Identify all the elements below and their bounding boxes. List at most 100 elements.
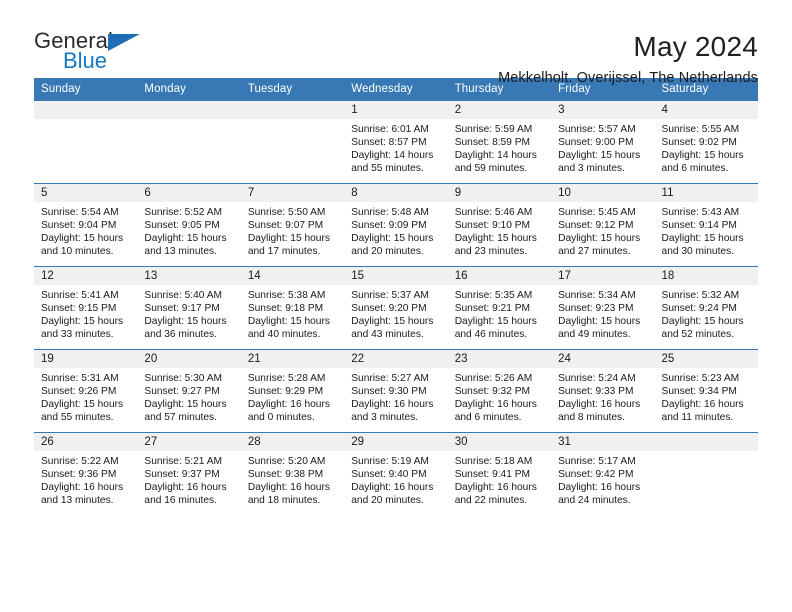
- calendar-day-cell[interactable]: 6 Sunrise: 5:52 AM Sunset: 9:05 PM Daylight…: [137, 183, 241, 267]
- calendar-day-cell[interactable]: 26 Sunrise: 5:22 AM Sunset: 9:36 PM Dayligh…: [34, 432, 138, 515]
- calendar-day-cell[interactable]: 4 Sunrise: 5:55 AM Sunset: 9:02 PM Daylight…: [654, 100, 758, 184]
- calendar-day-cell[interactable]: 9 Sunrise: 5:46 AM Sunset: 9:10 PM Daylight…: [447, 183, 552, 267]
- day-number: 5: [34, 184, 138, 202]
- weekday-header-tuesday: Tuesday: [240, 78, 345, 101]
- day-number: 4: [654, 101, 758, 119]
- daylight-text: Daylight: 15 hours and 52 minutes.: [661, 316, 744, 341]
- calendar-day-cell[interactable]: 18 Sunrise: 5:32 AM Sunset: 9:24 PM Dayligh…: [654, 266, 758, 350]
- daylight-text: Daylight: 15 hours and 10 minutes.: [41, 233, 124, 258]
- daylight-text: Daylight: 15 hours and 57 minutes.: [144, 399, 227, 424]
- day-number: 27: [137, 433, 241, 451]
- sunset-text: Sunset: 9:33 PM: [558, 386, 634, 398]
- calendar-day-cell[interactable]: 13 Sunrise: 5:40 AM Sunset: 9:17 PM Dayligh…: [137, 266, 241, 350]
- day-details: Sunrise: 5:40 AM Sunset: 9:17 PM Daylight:…: [137, 285, 240, 341]
- daylight-text: Daylight: 15 hours and 17 minutes.: [247, 233, 330, 258]
- calendar-week-row: 1 Sunrise: 6:01 AM Sunset: 8:57 PM Daylight…: [34, 100, 758, 184]
- daylight-text: Daylight: 14 hours and 55 minutes.: [351, 150, 434, 175]
- calendar-day-cell-empty: [137, 100, 241, 184]
- calendar-day-cell[interactable]: 2 Sunrise: 5:59 AM Sunset: 8:59 PM Daylight…: [447, 100, 552, 184]
- day-number: 15: [344, 267, 448, 285]
- calendar-day-cell[interactable]: 14 Sunrise: 5:38 AM Sunset: 9:18 PM Dayligh…: [240, 266, 345, 350]
- calendar-day-cell[interactable]: 8 Sunrise: 5:48 AM Sunset: 9:09 PM Daylight…: [344, 183, 448, 267]
- calendar-day-cell[interactable]: 25 Sunrise: 5:23 AM Sunset: 9:34 PM Dayligh…: [654, 349, 758, 433]
- daylight-text: Daylight: 15 hours and 49 minutes.: [558, 316, 641, 341]
- calendar-day-cell[interactable]: 5 Sunrise: 5:54 AM Sunset: 9:04 PM Daylight…: [34, 183, 138, 267]
- calendar-day-cell[interactable]: 15 Sunrise: 5:37 AM Sunset: 9:20 PM Dayligh…: [344, 266, 448, 350]
- day-details: Sunrise: 5:26 AM Sunset: 9:32 PM Daylight:…: [448, 368, 551, 424]
- page-subtitle: Mekkelholt, Overijssel, The Netherlands: [498, 70, 758, 87]
- calendar-day-cell[interactable]: 12 Sunrise: 5:41 AM Sunset: 9:15 PM Dayligh…: [34, 266, 138, 350]
- day-number: 10: [551, 184, 655, 202]
- day-details: Sunrise: 5:19 AM Sunset: 9:40 PM Daylight:…: [344, 451, 447, 507]
- calendar-day-cell[interactable]: 16 Sunrise: 5:35 AM Sunset: 9:21 PM Dayligh…: [447, 266, 552, 350]
- day-details: Sunrise: 6:01 AM Sunset: 8:57 PM Daylight:…: [344, 119, 447, 175]
- calendar-day-cell[interactable]: 30 Sunrise: 5:18 AM Sunset: 9:41 PM Dayligh…: [447, 432, 552, 515]
- sunrise-text: Sunrise: 5:46 AM: [454, 207, 533, 218]
- calendar-week-row: 5 Sunrise: 5:54 AM Sunset: 9:04 PM Daylight…: [34, 183, 758, 267]
- daylight-text: Daylight: 15 hours and 43 minutes.: [351, 316, 434, 341]
- sunset-text: Sunset: 9:17 PM: [144, 303, 220, 315]
- day-number: [34, 101, 138, 119]
- sunset-text: Sunset: 9:42 PM: [558, 469, 634, 481]
- day-number: 21: [240, 350, 345, 368]
- day-details: Sunrise: 5:21 AM Sunset: 9:37 PM Daylight:…: [137, 451, 240, 507]
- sunset-text: Sunset: 9:30 PM: [351, 386, 427, 398]
- sunrise-text: Sunrise: 5:41 AM: [41, 290, 119, 301]
- daylight-text: Daylight: 15 hours and 30 minutes.: [661, 233, 744, 258]
- sunset-text: Sunset: 9:00 PM: [558, 137, 634, 149]
- day-details: Sunrise: 5:46 AM Sunset: 9:10 PM Daylight:…: [448, 202, 551, 258]
- day-number: 3: [551, 101, 655, 119]
- calendar-day-cell[interactable]: 19 Sunrise: 5:31 AM Sunset: 9:26 PM Dayligh…: [34, 349, 138, 433]
- title-block: May 2024 Mekkelholt, Overijssel, The Net…: [498, 30, 758, 87]
- calendar-day-cell[interactable]: 24 Sunrise: 5:24 AM Sunset: 9:33 PM Dayligh…: [551, 349, 655, 433]
- day-number: 23: [447, 350, 552, 368]
- daylight-text: Daylight: 15 hours and 6 minutes.: [661, 150, 744, 175]
- calendar-day-cell[interactable]: 11 Sunrise: 5:43 AM Sunset: 9:14 PM Dayligh…: [654, 183, 758, 267]
- calendar-day-cell[interactable]: 21 Sunrise: 5:28 AM Sunset: 9:29 PM Dayligh…: [240, 349, 345, 433]
- calendar-day-cell[interactable]: 22 Sunrise: 5:27 AM Sunset: 9:30 PM Dayligh…: [344, 349, 448, 433]
- calendar-day-cell[interactable]: 27 Sunrise: 5:21 AM Sunset: 9:37 PM Dayligh…: [137, 432, 241, 515]
- daylight-text: Daylight: 16 hours and 18 minutes.: [247, 482, 330, 507]
- day-number: [137, 101, 241, 119]
- sunset-text: Sunset: 9:14 PM: [661, 220, 737, 232]
- daylight-text: Daylight: 15 hours and 46 minutes.: [454, 316, 537, 341]
- daylight-text: Daylight: 16 hours and 20 minutes.: [351, 482, 434, 507]
- day-number: 22: [344, 350, 448, 368]
- general-blue-logo[interactable]: General Blue: [34, 30, 150, 78]
- sunrise-text: Sunrise: 5:26 AM: [454, 373, 533, 384]
- sunset-text: Sunset: 9:24 PM: [661, 303, 737, 315]
- calendar-day-cell[interactable]: 29 Sunrise: 5:19 AM Sunset: 9:40 PM Dayligh…: [344, 432, 448, 515]
- calendar-day-cell[interactable]: 20 Sunrise: 5:30 AM Sunset: 9:27 PM Dayligh…: [137, 349, 241, 433]
- day-details: Sunrise: 5:27 AM Sunset: 9:30 PM Daylight:…: [344, 368, 447, 424]
- sunrise-text: Sunrise: 5:38 AM: [247, 290, 326, 301]
- calendar-day-cell[interactable]: 7 Sunrise: 5:50 AM Sunset: 9:07 PM Daylight…: [240, 183, 345, 267]
- day-details: Sunrise: 5:17 AM Sunset: 9:42 PM Daylight:…: [551, 451, 654, 507]
- calendar-day-cell[interactable]: 1 Sunrise: 6:01 AM Sunset: 8:57 PM Daylight…: [344, 100, 448, 184]
- sunset-text: Sunset: 9:18 PM: [247, 303, 324, 315]
- sunrise-text: Sunrise: 5:54 AM: [41, 207, 119, 218]
- sunset-text: Sunset: 9:27 PM: [144, 386, 220, 398]
- day-details: Sunrise: 5:35 AM Sunset: 9:21 PM Daylight:…: [448, 285, 551, 341]
- sunset-text: Sunset: 8:59 PM: [454, 137, 531, 149]
- sunset-text: Sunset: 9:15 PM: [41, 303, 117, 315]
- day-number: 24: [551, 350, 655, 368]
- calendar-day-cell[interactable]: 17 Sunrise: 5:34 AM Sunset: 9:23 PM Dayligh…: [551, 266, 655, 350]
- day-number: 30: [447, 433, 552, 451]
- calendar-day-cell[interactable]: 23 Sunrise: 5:26 AM Sunset: 9:32 PM Dayligh…: [447, 349, 552, 433]
- calendar-day-cell[interactable]: 31 Sunrise: 5:17 AM Sunset: 9:42 PM Dayligh…: [551, 432, 655, 515]
- daylight-text: Daylight: 16 hours and 6 minutes.: [454, 399, 537, 424]
- sunrise-text: Sunrise: 5:18 AM: [454, 456, 533, 467]
- calendar-day-cell[interactable]: 3 Sunrise: 5:57 AM Sunset: 9:00 PM Daylight…: [551, 100, 655, 184]
- calendar-day-cell[interactable]: 10 Sunrise: 5:45 AM Sunset: 9:12 PM Dayligh…: [551, 183, 655, 267]
- day-details: Sunrise: 5:23 AM Sunset: 9:34 PM Daylight:…: [655, 368, 758, 424]
- day-details: Sunrise: 5:24 AM Sunset: 9:33 PM Daylight:…: [551, 368, 654, 424]
- sunrise-text: Sunrise: 5:34 AM: [558, 290, 636, 301]
- sunset-text: Sunset: 9:21 PM: [454, 303, 531, 315]
- daylight-text: Daylight: 16 hours and 22 minutes.: [454, 482, 537, 507]
- weekday-header-sunday: Sunday: [34, 78, 138, 101]
- day-details: Sunrise: 5:54 AM Sunset: 9:04 PM Daylight:…: [34, 202, 137, 258]
- day-number: 26: [34, 433, 138, 451]
- calendar-week-row: 19 Sunrise: 5:31 AM Sunset: 9:26 PM Dayligh…: [34, 349, 758, 433]
- calendar-day-cell[interactable]: 28 Sunrise: 5:20 AM Sunset: 9:38 PM Dayligh…: [240, 432, 345, 515]
- day-details: Sunrise: 5:22 AM Sunset: 9:36 PM Daylight:…: [34, 451, 137, 507]
